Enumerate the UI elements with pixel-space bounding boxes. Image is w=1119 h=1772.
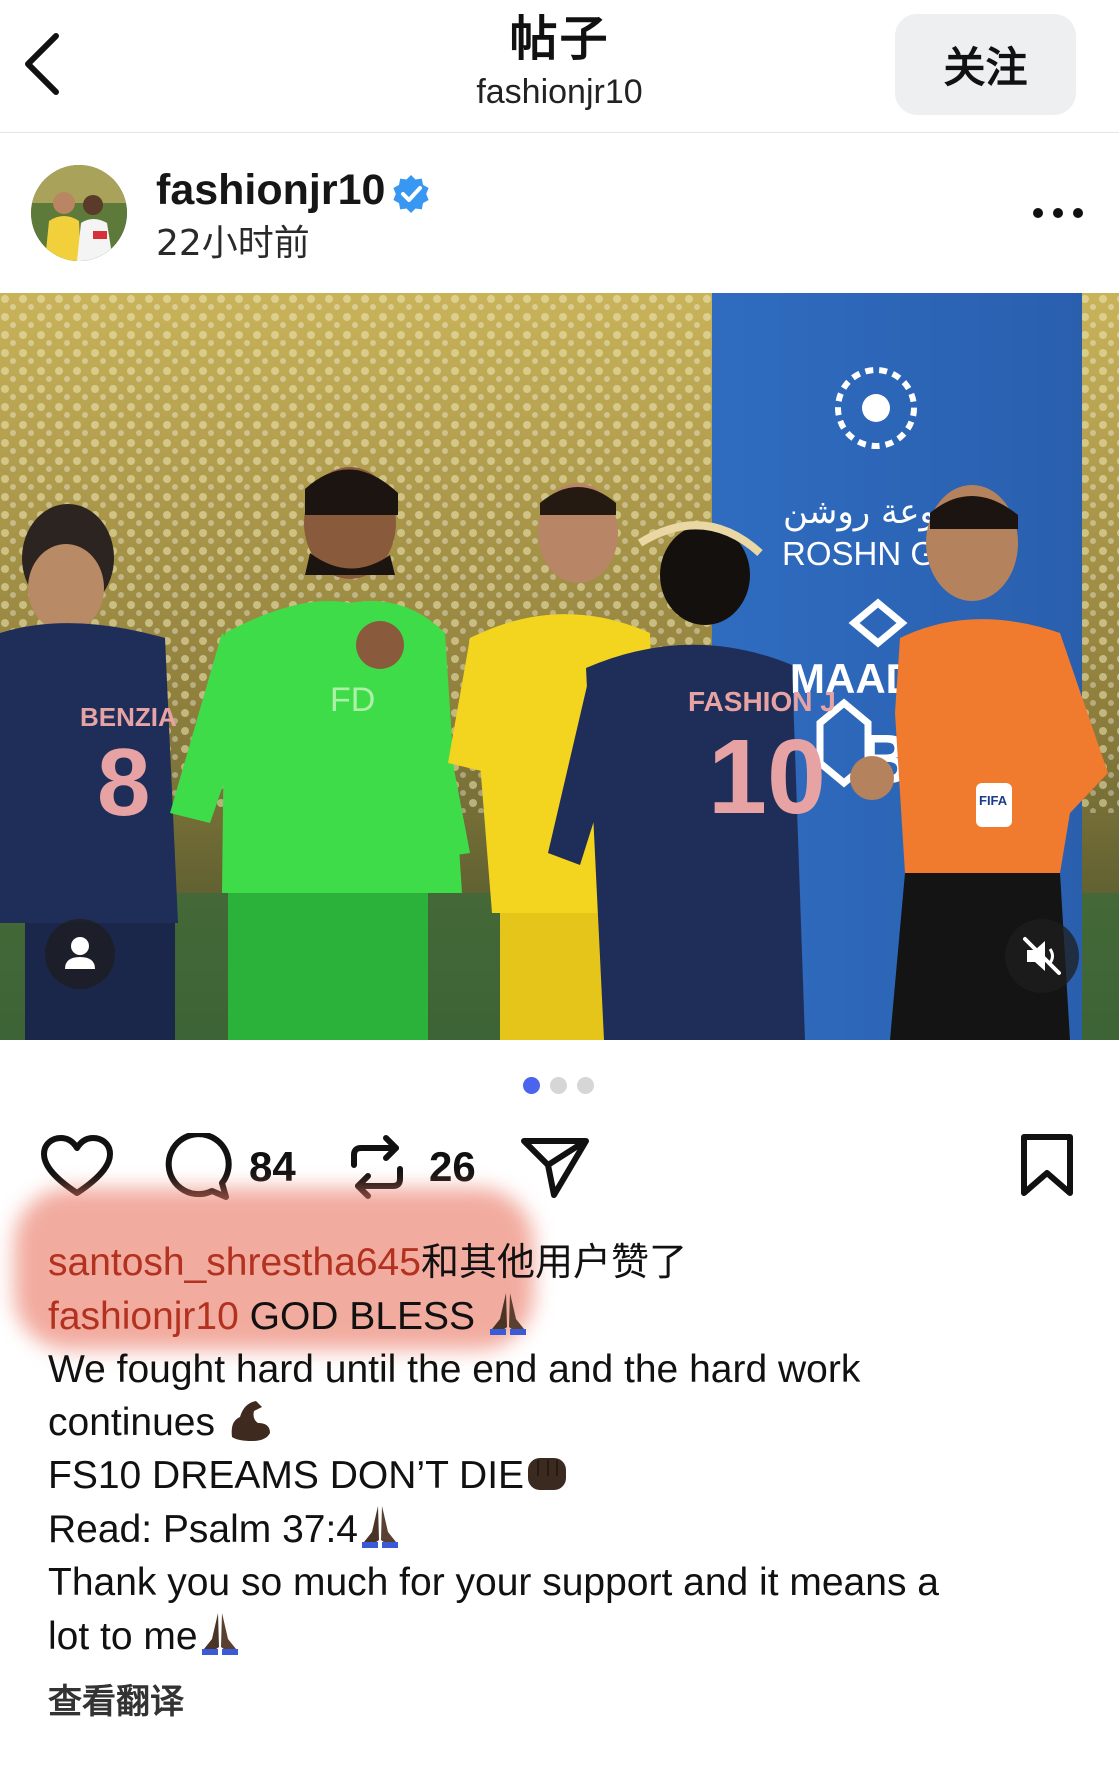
- repost-count: 26: [429, 1143, 476, 1190]
- likes-summary[interactable]: santosh_shrestha645和其他用户赞了: [48, 1236, 1088, 1289]
- caption-line-6: Thank you so much for your support and i…: [48, 1561, 939, 1604]
- verified-badge-icon: [393, 175, 429, 213]
- post-photo: مجموعة روشن ROSHN GRO MAADE BS BENZIA 8 …: [0, 293, 1119, 1040]
- more-options-button[interactable]: [1030, 193, 1086, 233]
- player-back-name: BENZIA: [80, 702, 177, 732]
- carousel-dot-active: [523, 1077, 540, 1094]
- fifa-badge-text: FIFA: [979, 793, 1008, 808]
- praying-hands-emoji-icon: [362, 1506, 399, 1548]
- praying-hands-emoji-icon: [489, 1293, 526, 1335]
- avatar[interactable]: [31, 165, 127, 261]
- post-header: fashionjr10 22小时前: [0, 133, 1119, 293]
- caption-text-4: FS10 DREAMS DON’T DIE: [48, 1454, 525, 1497]
- caption-author[interactable]: fashionjr10: [48, 1295, 239, 1338]
- liker-username[interactable]: santosh_shrestha645: [48, 1241, 421, 1284]
- carousel-dot: [577, 1077, 594, 1094]
- caption-text-1: GOD BLESS: [238, 1295, 486, 1338]
- bookmark-icon: [1021, 1134, 1073, 1196]
- mute-button[interactable]: [1005, 919, 1079, 993]
- caption-line-3: continues: [48, 1396, 1088, 1449]
- caption-text-7: lot to me: [48, 1615, 198, 1658]
- praying-hands-emoji-icon: [201, 1613, 238, 1655]
- caption-line-4: FS10 DREAMS DON’T DIE: [48, 1449, 1088, 1502]
- post-timestamp: 22小时前: [156, 223, 310, 264]
- player-front-name: FASHION J: [688, 686, 836, 717]
- top-bar: 帖子 fashionjr10 关注: [0, 0, 1119, 133]
- caption-line-7: lot to me: [48, 1609, 1088, 1663]
- comment-count: 84: [249, 1143, 296, 1190]
- caption-line-2: We fought hard until the end and the har…: [48, 1348, 861, 1391]
- person-icon: [65, 937, 95, 969]
- caption-line-1: fashionjr10 GOD BLESS: [48, 1289, 1088, 1343]
- caption-text-3: continues: [48, 1401, 226, 1444]
- flexed-biceps-emoji-icon: [231, 1401, 270, 1441]
- more-horizontal-icon: [1033, 208, 1083, 218]
- caption-line-5: Read: Psalm 37:4: [48, 1502, 1088, 1556]
- likes-suffix: 和其他用户赞了: [420, 1240, 687, 1284]
- follow-button[interactable]: 关注: [895, 14, 1076, 115]
- goalkeeper-shirt-text: FD: [330, 681, 375, 719]
- post-caption: santosh_shrestha645和其他用户赞了 fashionjr10 G…: [48, 1236, 1088, 1663]
- avatar-photo: [31, 165, 127, 261]
- post-image[interactable]: مجموعة روشن ROSHN GRO MAADE BS BENZIA 8 …: [0, 293, 1119, 1040]
- see-translation-link[interactable]: 查看翻译: [48, 1674, 184, 1723]
- carousel-dot: [550, 1077, 567, 1094]
- raised-fist-emoji-icon: [528, 1458, 567, 1490]
- send-icon: [521, 1138, 589, 1198]
- player-front-number: 10: [708, 718, 826, 836]
- player-back-number: 8: [97, 729, 150, 836]
- speaker-muted-icon: [1023, 937, 1061, 975]
- user-tags-button[interactable]: [45, 919, 115, 989]
- save-button[interactable]: [1018, 1133, 1076, 1202]
- caption-text-5: Read: Psalm 37:4: [48, 1508, 359, 1551]
- post-author-username[interactable]: fashionjr10: [156, 163, 385, 217]
- share-button[interactable]: [520, 1135, 590, 1204]
